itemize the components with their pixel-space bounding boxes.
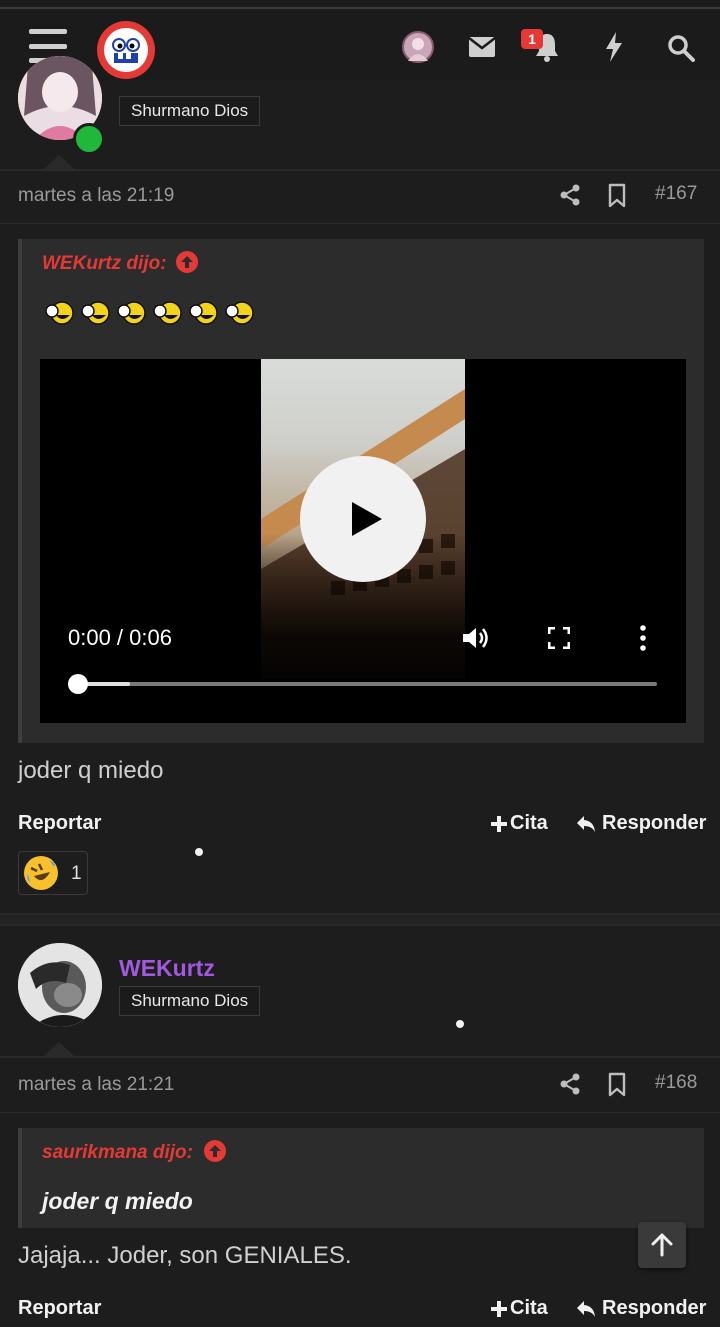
reaction-summary[interactable]: 1 — [18, 851, 88, 895]
user-avatar[interactable] — [402, 31, 434, 63]
quote-block: WEKurtz dijo: 0:00 / 0:06 — [18, 239, 704, 743]
quote-text: joder q miedo — [42, 1188, 193, 1214]
go-to-quoted-post-icon[interactable] — [176, 251, 198, 273]
scroll-to-top-button[interactable] — [638, 1222, 686, 1268]
site-logo-icon[interactable] — [97, 21, 155, 79]
share-icon[interactable] — [558, 183, 582, 207]
report-link[interactable]: Reportar — [18, 1297, 101, 1320]
reply-button[interactable]: Responder — [576, 812, 706, 835]
quote-button[interactable]: Cita — [490, 1297, 548, 1320]
laughing-emoji-icon — [152, 301, 184, 325]
reply-button-label: Responder — [602, 1297, 707, 1319]
post-actions: Reportar Cita Responder — [0, 812, 720, 842]
quote-author[interactable]: saurikmana dijo: — [42, 1142, 193, 1164]
online-status-dot — [73, 123, 105, 155]
user-rank-badge: Shurmano Dios — [119, 986, 261, 1016]
post-number[interactable]: #168 — [655, 1072, 697, 1094]
go-to-quoted-post-icon[interactable] — [204, 1140, 226, 1162]
lightning-bolt-icon[interactable] — [603, 31, 625, 63]
play-button-icon[interactable] — [300, 456, 426, 582]
emoji-row — [44, 301, 256, 325]
laughing-emoji-icon — [224, 301, 256, 325]
post-author-header: WEKurtz Shurmano Dios — [0, 926, 720, 1058]
quote-button-label: Cita — [510, 1297, 548, 1319]
post-meta: martes a las 21:21 #168 — [0, 1060, 720, 1113]
fullscreen-icon[interactable] — [547, 626, 571, 650]
quote-button-label: Cita — [510, 812, 548, 834]
post-date[interactable]: martes a las 21:19 — [18, 185, 174, 207]
post-body-text: joder q miedo — [18, 757, 164, 784]
post-actions: Reportar Cita Responder — [0, 1297, 720, 1327]
post-body-text: Jajaja... Joder, son GENIALES. — [18, 1242, 352, 1269]
author-avatar[interactable] — [18, 943, 102, 1027]
quote-author[interactable]: WEKurtz dijo: — [42, 253, 167, 275]
share-icon[interactable] — [558, 1072, 582, 1096]
post-separator — [0, 913, 720, 926]
touch-indicator-dot — [195, 848, 203, 856]
author-username[interactable]: WEKurtz — [119, 955, 215, 982]
report-link[interactable]: Reportar — [18, 812, 101, 835]
plus-icon — [491, 1300, 507, 1317]
magnifier-icon[interactable] — [666, 33, 696, 63]
video-progress-track[interactable] — [78, 682, 657, 686]
laughing-emoji-icon — [188, 301, 220, 325]
top-navbar: 1 — [0, 9, 720, 81]
video-player[interactable]: 0:00 / 0:06 — [40, 359, 686, 723]
arrow-up-icon — [651, 1233, 673, 1257]
video-time: 0:00 / 0:06 — [68, 625, 172, 650]
status-divider — [0, 0, 720, 9]
volume-icon[interactable] — [461, 625, 491, 651]
alert-count-badge: 1 — [521, 29, 543, 49]
reply-button-label: Responder — [602, 812, 707, 834]
rofl-emoji-icon — [24, 856, 58, 890]
reaction-count: 1 — [71, 863, 82, 884]
post-pointer — [44, 1042, 74, 1056]
touch-indicator-dot — [456, 1020, 464, 1028]
video-scrub-handle[interactable] — [68, 674, 88, 694]
post-number[interactable]: #167 — [655, 183, 697, 205]
post-pointer — [44, 155, 74, 169]
laughing-emoji-icon — [44, 301, 76, 325]
post-date[interactable]: martes a las 21:21 — [18, 1074, 174, 1096]
quote-button[interactable]: Cita — [490, 812, 548, 835]
laughing-emoji-icon — [116, 301, 148, 325]
reply-button[interactable]: Responder — [576, 1297, 706, 1320]
bookmark-icon[interactable] — [607, 183, 627, 209]
bookmark-icon[interactable] — [607, 1072, 627, 1098]
post-author-header: Shurmano Dios — [0, 56, 720, 171]
reply-arrow-icon — [577, 1300, 595, 1317]
user-rank-badge: Shurmano Dios — [119, 96, 261, 126]
laughing-emoji-icon — [80, 301, 112, 325]
reply-arrow-icon — [577, 815, 595, 832]
more-options-icon[interactable] — [640, 625, 646, 651]
envelope-icon[interactable] — [468, 35, 496, 59]
quote-block: saurikmana dijo: joder q miedo — [18, 1128, 704, 1228]
plus-icon — [491, 815, 507, 832]
post-meta: martes a las 21:19 #167 — [0, 171, 720, 224]
